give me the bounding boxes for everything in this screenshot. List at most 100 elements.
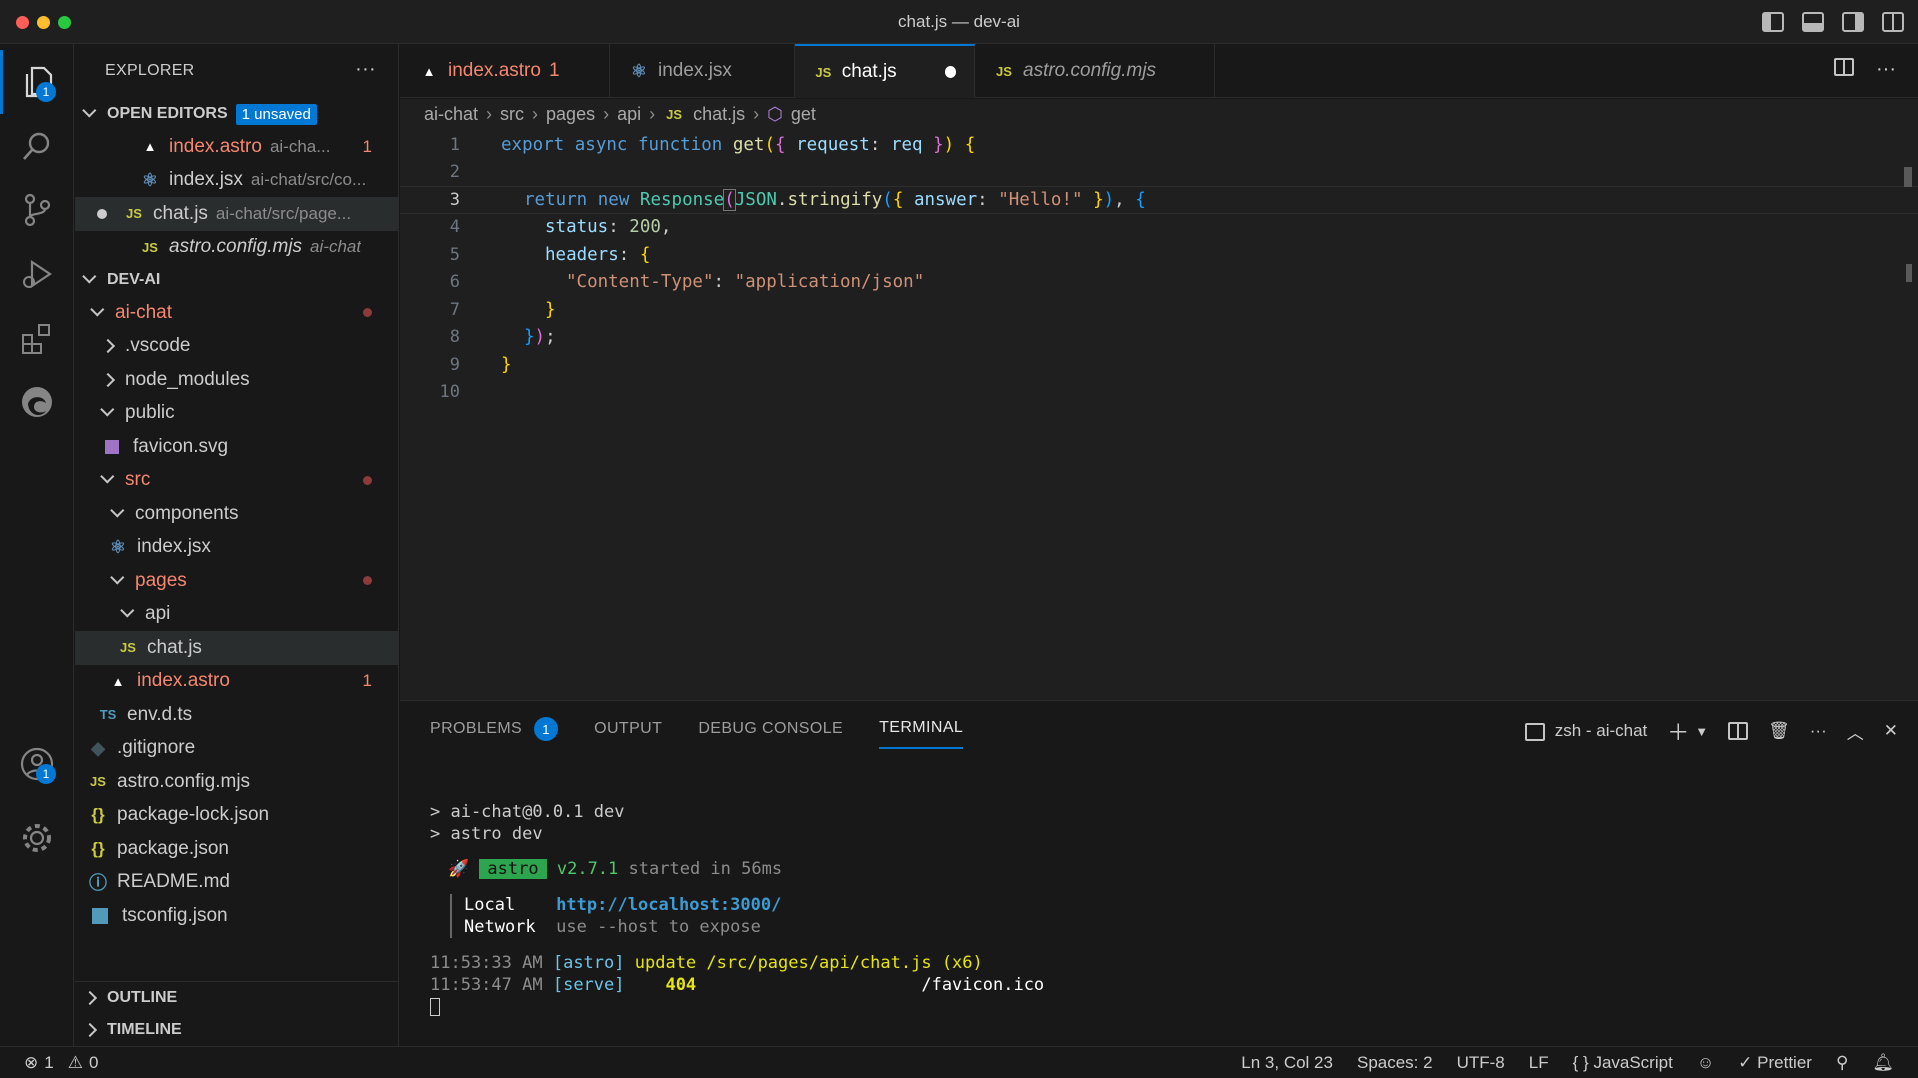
tab-terminal[interactable]: TERMINAL — [879, 717, 964, 749]
terminal-line: 🚀 astro v2.7.1 started in 56ms — [448, 858, 1044, 880]
chevron-down-icon[interactable]: ▼ — [1695, 724, 1708, 739]
tree-file[interactable]: ▲ index.astro 1 — [75, 665, 398, 699]
split-editor-icon[interactable] — [1834, 58, 1855, 76]
tree-file[interactable]: TS env.d.ts — [75, 698, 398, 732]
tree-folder[interactable]: components — [75, 497, 398, 531]
workspace-header[interactable]: DEV-AI — [75, 264, 398, 296]
more-actions-icon[interactable]: ··· — [1810, 721, 1827, 741]
extensions-activity[interactable] — [0, 306, 74, 370]
method-icon: ⬡ — [767, 103, 783, 124]
trash-icon[interactable]: 🗑 — [1768, 721, 1790, 741]
bell-icon[interactable]: 🔔︎ — [1872, 1053, 1894, 1073]
search-activity[interactable] — [0, 114, 74, 178]
tree-folder[interactable]: public — [75, 397, 398, 431]
tab-problems[interactable]: PROBLEMS 1 — [430, 717, 559, 749]
maximize-panel-icon[interactable]: ︿ — [1847, 719, 1864, 744]
encoding[interactable]: UTF-8 — [1457, 1053, 1505, 1073]
language-label: JavaScript — [1593, 1053, 1673, 1072]
problems-status[interactable]: ⊗ 1 ⚠ 0 — [24, 1053, 98, 1073]
editor-scrollbar[interactable] — [1904, 167, 1912, 187]
tree-file[interactable]: favicon.svg — [75, 430, 398, 464]
js-file-icon: JS — [666, 106, 683, 122]
log-count: (x6) — [941, 953, 983, 973]
new-terminal-icon[interactable]: ＋ — [1667, 715, 1689, 747]
close-panel-icon[interactable]: ✕ — [1884, 721, 1898, 741]
local-url[interactable]: http://localhost:3000/ — [556, 895, 781, 915]
prettier-status[interactable]: ✓ Prettier — [1738, 1053, 1812, 1073]
unsaved-badge: 1 unsaved — [235, 103, 317, 125]
indentation[interactable]: Spaces: 2 — [1357, 1053, 1433, 1073]
terminal-output[interactable]: > ai-chat@0.0.1 dev > astro dev 🚀 astro v2… — [430, 801, 1044, 1018]
accounts-activity[interactable]: 1 — [0, 732, 74, 796]
modified-dot — [363, 475, 372, 485]
tree-file[interactable]: ⚛ index.jsx — [75, 531, 398, 565]
open-editor-item-active[interactable]: JS chat.js ai-chat/src/page... — [75, 197, 398, 231]
tree-folder[interactable]: node_modules — [75, 363, 398, 397]
breadcrumb-item[interactable]: api — [617, 104, 641, 125]
react-file-icon: ⚛ — [630, 60, 648, 81]
explorer-activity[interactable]: 1 — [0, 50, 74, 114]
more-actions-icon[interactable]: ··· — [1876, 58, 1896, 81]
activity-bar: 1 1 — [0, 44, 74, 1046]
edge-devtools-activity[interactable] — [0, 370, 74, 434]
tree-folder[interactable]: pages — [75, 564, 398, 598]
tree-file[interactable]: JS astro.config.mjs — [75, 765, 398, 799]
terminal-line: 11:53:47 AM [serve] 404 /favicon.ico — [430, 974, 1044, 996]
tree-folder[interactable]: ai-chat — [75, 296, 398, 330]
tree-file[interactable]: {} package.json — [75, 832, 398, 866]
js-file-icon: JS — [90, 774, 106, 790]
line-number: 4 — [449, 217, 460, 238]
layout-controls — [1762, 12, 1904, 32]
breadcrumb-item[interactable]: ai-chat — [424, 104, 478, 125]
outline-header[interactable]: OUTLINE — [75, 982, 398, 1014]
timeline-header[interactable]: TIMELINE — [75, 1014, 398, 1046]
toggle-primary-sidebar-icon[interactable] — [1762, 12, 1784, 32]
tree-file[interactable]: ⓘ README.md — [75, 866, 398, 900]
tree-file[interactable]: tsconfig.json — [75, 899, 398, 933]
open-editor-item[interactable]: ⚛ index.jsx ai-chat/src/co... — [75, 164, 398, 198]
breadcrumb-item[interactable]: chat.js — [693, 104, 745, 125]
open-editor-path: ai-chat/src/co... — [250, 170, 367, 190]
open-editor-item[interactable]: JS astro.config.mjs ai-chat — [75, 231, 398, 265]
split-terminal-icon[interactable] — [1728, 722, 1749, 740]
open-editor-path: ai-chat — [310, 237, 362, 257]
breadcrumb-item[interactable]: pages — [546, 104, 595, 125]
tab-debug-console[interactable]: DEBUG CONSOLE — [698, 717, 843, 749]
tab-chat-js[interactable]: JS chat.js — [795, 44, 975, 98]
astro-tag: astro — [479, 859, 547, 879]
live-share-icon[interactable]: ⚲ — [1836, 1053, 1848, 1073]
open-editor-item[interactable]: ▲ index.astro ai-cha... 1 — [75, 130, 398, 164]
tree-item-label: tsconfig.json — [122, 904, 228, 926]
unsaved-dot-icon[interactable] — [944, 66, 956, 78]
terminal-selector[interactable]: zsh - ai-chat — [1524, 721, 1647, 741]
error-count: 1 — [362, 136, 372, 156]
manage-activity[interactable] — [0, 806, 74, 870]
toggle-secondary-sidebar-icon[interactable] — [1842, 12, 1864, 32]
tab-index-jsx[interactable]: ⚛ index.jsx — [610, 44, 795, 98]
tree-file[interactable]: ◆ .gitignore — [75, 732, 398, 766]
more-actions-icon[interactable]: ··· — [355, 58, 376, 81]
panel-tabs: PROBLEMS 1 OUTPUT DEBUG CONSOLE TERMINAL — [430, 717, 964, 749]
tree-file-selected[interactable]: JS chat.js — [75, 631, 398, 665]
tab-label: index.jsx — [658, 60, 732, 81]
tab-index-astro[interactable]: ▲ index.astro 1 — [400, 44, 610, 98]
tree-folder[interactable]: src — [75, 464, 398, 498]
code-editor[interactable]: 1 export async function get({ request: r… — [400, 129, 1918, 700]
editor-actions: ··· — [1834, 58, 1896, 81]
open-editors-header[interactable]: OPEN EDITORS 1 unsaved — [75, 98, 398, 130]
tree-folder[interactable]: api — [75, 598, 398, 632]
language-mode[interactable]: { } JavaScript — [1573, 1053, 1673, 1073]
tab-astro-config[interactable]: JS astro.config.mjs — [975, 44, 1215, 98]
copilot-icon[interactable]: ☺ — [1697, 1053, 1714, 1073]
toggle-panel-icon[interactable] — [1802, 12, 1824, 32]
breadcrumb-item[interactable]: get — [791, 104, 816, 125]
cursor-position[interactable]: Ln 3, Col 23 — [1241, 1053, 1333, 1073]
source-control-activity[interactable] — [0, 178, 74, 242]
line-ending[interactable]: LF — [1529, 1053, 1549, 1073]
tree-folder[interactable]: .vscode — [75, 330, 398, 364]
breadcrumb-item[interactable]: src — [500, 104, 524, 125]
customize-layout-icon[interactable] — [1882, 12, 1904, 32]
tree-file[interactable]: {} package-lock.json — [75, 799, 398, 833]
tab-output[interactable]: OUTPUT — [594, 717, 662, 749]
run-debug-activity[interactable] — [0, 242, 74, 306]
